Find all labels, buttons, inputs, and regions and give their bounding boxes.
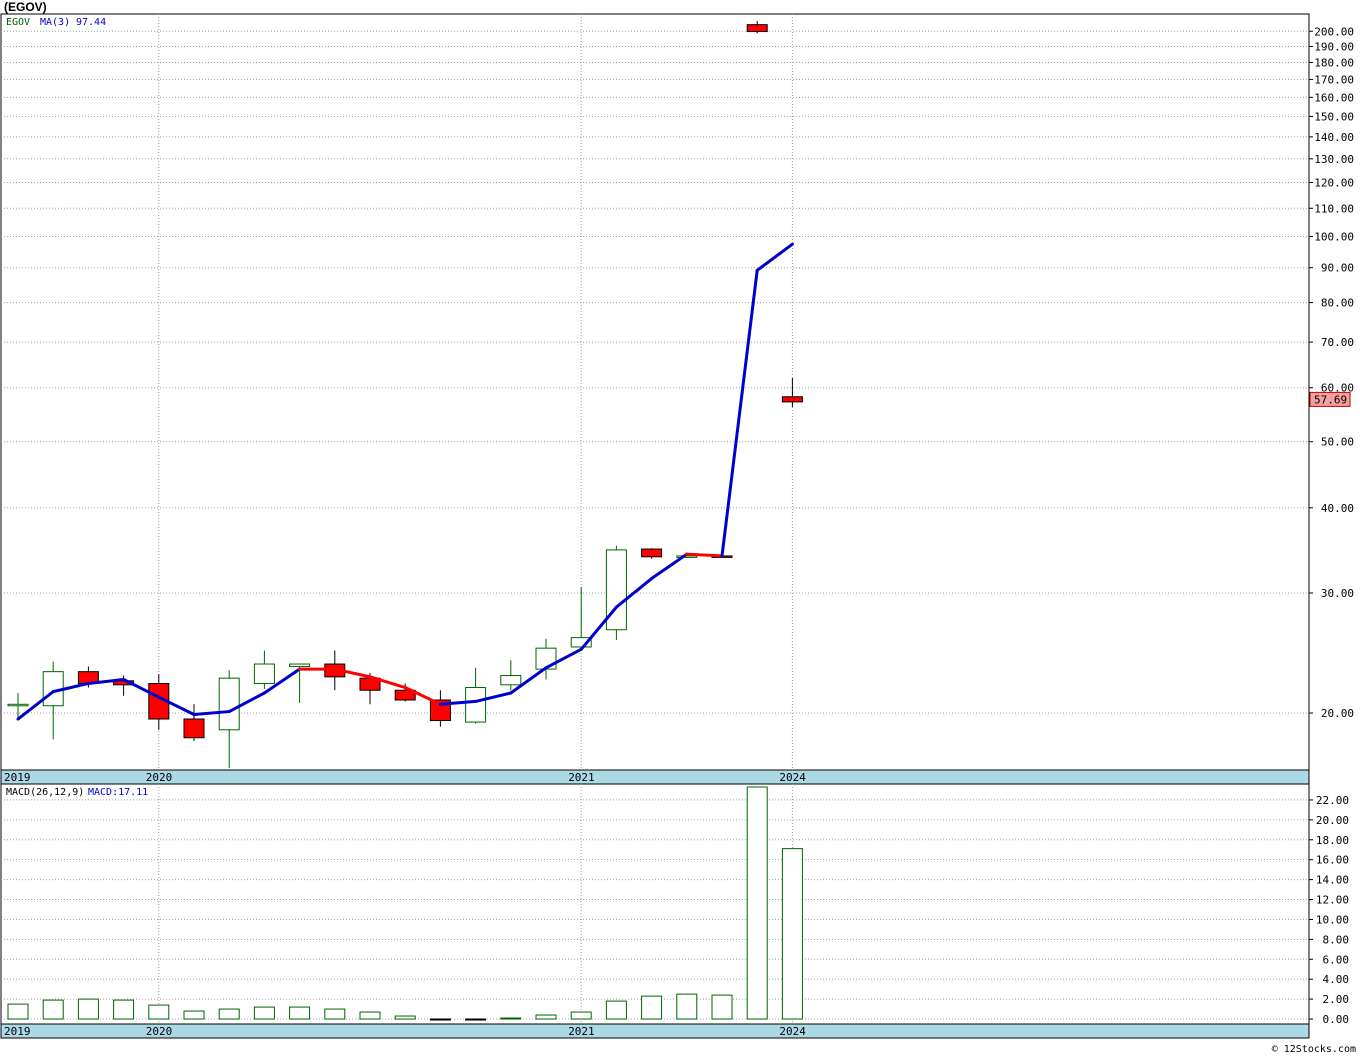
macd-bar: [77, 998, 99, 1020]
candle: [605, 545, 627, 640]
macd-tick-label: 22.00: [1316, 794, 1349, 807]
price-tick-label: 100.00: [1314, 230, 1354, 243]
price-tick-label: 30.00: [1321, 587, 1354, 600]
macd-bar: [324, 1008, 346, 1020]
price-tick-label: 110.00: [1314, 202, 1354, 215]
x-tick-label: 2020: [146, 771, 173, 784]
price-tick-label: 160.00: [1314, 91, 1354, 104]
chart: (EGOV) 20.0030.0040.0050.0060.0070.0080.…: [0, 0, 1356, 1055]
candle-body: [218, 677, 240, 731]
candle-body: [781, 396, 803, 403]
macd-bar: [289, 1006, 311, 1020]
price-tick-label: 70.00: [1321, 336, 1354, 349]
candle: [641, 548, 663, 559]
macd-tick-label: 8.00: [1323, 933, 1350, 946]
price-y-axis: 20.0030.0040.0050.0060.0070.0080.0090.00…: [1309, 25, 1354, 720]
price-tick-label: 190.00: [1314, 40, 1354, 53]
macd-bar: [148, 1004, 170, 1020]
macd-tick-label: 14.00: [1316, 874, 1349, 887]
x-tick-label: 2024: [779, 1025, 806, 1038]
macd-bar: [676, 993, 698, 1020]
last-price-label: 57.69: [1314, 393, 1347, 406]
x-tick-label: 2021: [568, 771, 595, 784]
price-tick-label: 130.00: [1314, 153, 1354, 166]
price-tick-label: 200.00: [1314, 25, 1354, 38]
candle-body: [641, 548, 663, 558]
price-tick-label: 90.00: [1321, 262, 1354, 275]
macd-tick-label: 4.00: [1323, 973, 1350, 986]
chart-title: (EGOV): [4, 0, 47, 14]
macd-bar: [7, 1003, 29, 1020]
macd-tick-label: 18.00: [1316, 834, 1349, 847]
price-panel: 20.0030.0040.0050.0060.0070.0080.0090.00…: [0, 13, 1354, 771]
macd-legend-label: MACD(26,12,9): [6, 787, 84, 798]
x-tick-label: 2021: [568, 1025, 595, 1038]
macd-bar: [711, 994, 733, 1020]
price-plot-area: [0, 13, 1310, 771]
macd-bar: [781, 848, 803, 1020]
x-tick-label: 2024: [779, 771, 806, 784]
price-x-axis-band: [0, 769, 1310, 785]
macd-bar: [183, 1010, 205, 1020]
copyright: © 12Stocks.com: [1272, 1044, 1356, 1055]
price-tick-label: 20.00: [1321, 707, 1354, 720]
price-tick-label: 150.00: [1314, 110, 1354, 123]
macd-bar: [394, 1015, 416, 1020]
macd-bar: [113, 999, 135, 1020]
macd-y-axis: 0.00 2.00 4.00 6.00 8.00 10.00 12.00 14.00 16.00…: [1309, 794, 1349, 1026]
price-tick-label: 80.00: [1321, 297, 1354, 310]
macd-bar: [218, 1008, 240, 1020]
macd-bar: [465, 1018, 487, 1021]
candle-body: [746, 24, 768, 33]
macd-tick-label: 10.00: [1316, 913, 1349, 926]
macd-bar: [429, 1018, 451, 1021]
macd-bar: [746, 786, 768, 1020]
ma-segment: [685, 552, 724, 558]
macd-bar: [605, 1000, 627, 1020]
price-tick-label: 120.00: [1314, 177, 1354, 190]
legend-ma-value: 97.44: [76, 17, 106, 28]
last-price-marker: 57.69: [1309, 391, 1351, 407]
candle-body: [7, 703, 29, 707]
macd-tick-label: 20.00: [1316, 814, 1349, 827]
price-tick-label: 40.00: [1321, 502, 1354, 515]
x-tick-label: 2019: [4, 771, 31, 784]
candle-body: [183, 718, 205, 739]
x-tick-label: 2020: [146, 1025, 173, 1038]
candle-body: [289, 663, 311, 668]
macd-x-axis-band: [0, 1023, 1310, 1039]
macd-tick-label: 16.00: [1316, 854, 1349, 867]
candle-body: [535, 647, 557, 670]
macd-panel: 0.00 2.00 4.00 6.00 8.00 10.00 12.00 14.00 16.00…: [0, 783, 1349, 1026]
macd-tick-label: 0.00: [1323, 1013, 1350, 1026]
candle-body: [253, 663, 275, 684]
candle-body: [676, 555, 698, 558]
macd-bar: [253, 1006, 275, 1020]
macd-bar: [570, 1011, 592, 1020]
candle-body: [465, 687, 487, 723]
price-tick-label: 180.00: [1314, 56, 1354, 69]
price-tick-label: 140.00: [1314, 131, 1354, 144]
macd-bar: [42, 999, 64, 1020]
price-tick-label: 170.00: [1314, 73, 1354, 86]
macd-legend-value: MACD:17.11: [88, 787, 148, 798]
legend-ma-label: MA(3): [40, 17, 70, 28]
price-tick-label: 50.00: [1321, 436, 1354, 449]
candle-body: [500, 675, 522, 686]
macd-bar: [641, 995, 663, 1020]
macd-bar: [535, 1014, 557, 1020]
macd-tick-label: 2.00: [1323, 993, 1350, 1006]
x-tick-label: 2019: [4, 1025, 31, 1038]
legend-symbol: EGOV: [6, 17, 30, 28]
macd-bar: [359, 1011, 381, 1020]
macd-tick-label: 12.00: [1316, 894, 1349, 907]
macd-bar: [500, 1017, 522, 1020]
macd-tick-label: 6.00: [1323, 953, 1350, 966]
